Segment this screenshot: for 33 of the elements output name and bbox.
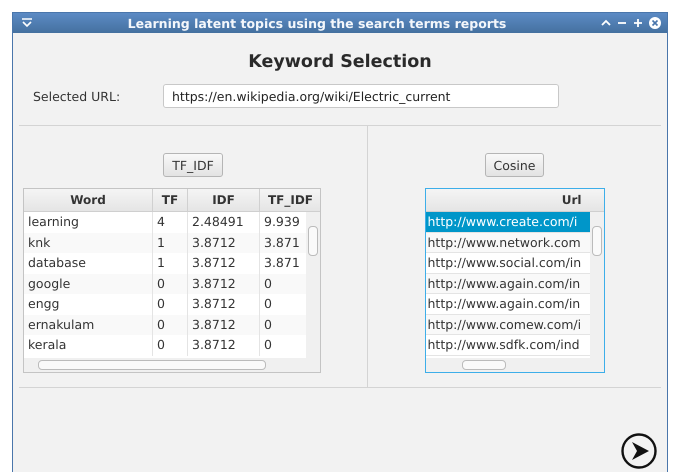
table-cell-text: 0 [263, 295, 273, 313]
table-cell: 0 [153, 335, 188, 356]
table-cell-text: 3.871 [263, 254, 301, 272]
maximize-icon[interactable] [633, 18, 643, 28]
chevron-up-icon[interactable] [601, 19, 611, 27]
table-cell-text: 3.871 [263, 234, 301, 252]
tf-idf-button[interactable]: TF_IDF [163, 153, 223, 177]
table-cell-text: 0 [263, 274, 273, 292]
horizontal-scrollbar[interactable] [24, 358, 320, 372]
vertical-scrollbar[interactable] [306, 212, 320, 358]
minimize-icon[interactable] [617, 19, 627, 27]
column-header[interactable]: Url [426, 189, 604, 211]
table-cell-text: 0 [263, 336, 273, 354]
column-header[interactable]: TF_IDF [260, 189, 320, 211]
table-cell-text: 0 [263, 316, 273, 334]
window-menu-icon[interactable] [21, 18, 33, 28]
cosine-button[interactable]: Cosine [484, 153, 544, 177]
url-row[interactable]: http://www.network.com [426, 232, 590, 253]
field-label: Selected URL: [33, 88, 122, 104]
url-field[interactable]: https://en.wikipedia.org/wiki/Electric_current [163, 84, 559, 108]
window-title: Learning latent topics using the search terms reports [126, 16, 508, 30]
close-icon[interactable] [649, 17, 661, 29]
url-row[interactable]: http://www.again.com/in [426, 274, 590, 294]
horizontal-scrollbar[interactable] [426, 358, 604, 372]
vertical-scrollbar[interactable] [590, 212, 604, 358]
table-cell-text: 9.939 [263, 213, 301, 231]
table-cell: kerala [24, 335, 153, 356]
column-header[interactable]: Word [24, 189, 153, 211]
page-heading: Keyword Selection [247, 52, 433, 74]
table-cell: 3.8712 [188, 335, 260, 356]
column-header[interactable]: IDF [188, 189, 260, 211]
url-row[interactable]: http://www.comew.com/i [426, 314, 590, 335]
column-header[interactable]: TF [153, 189, 188, 211]
